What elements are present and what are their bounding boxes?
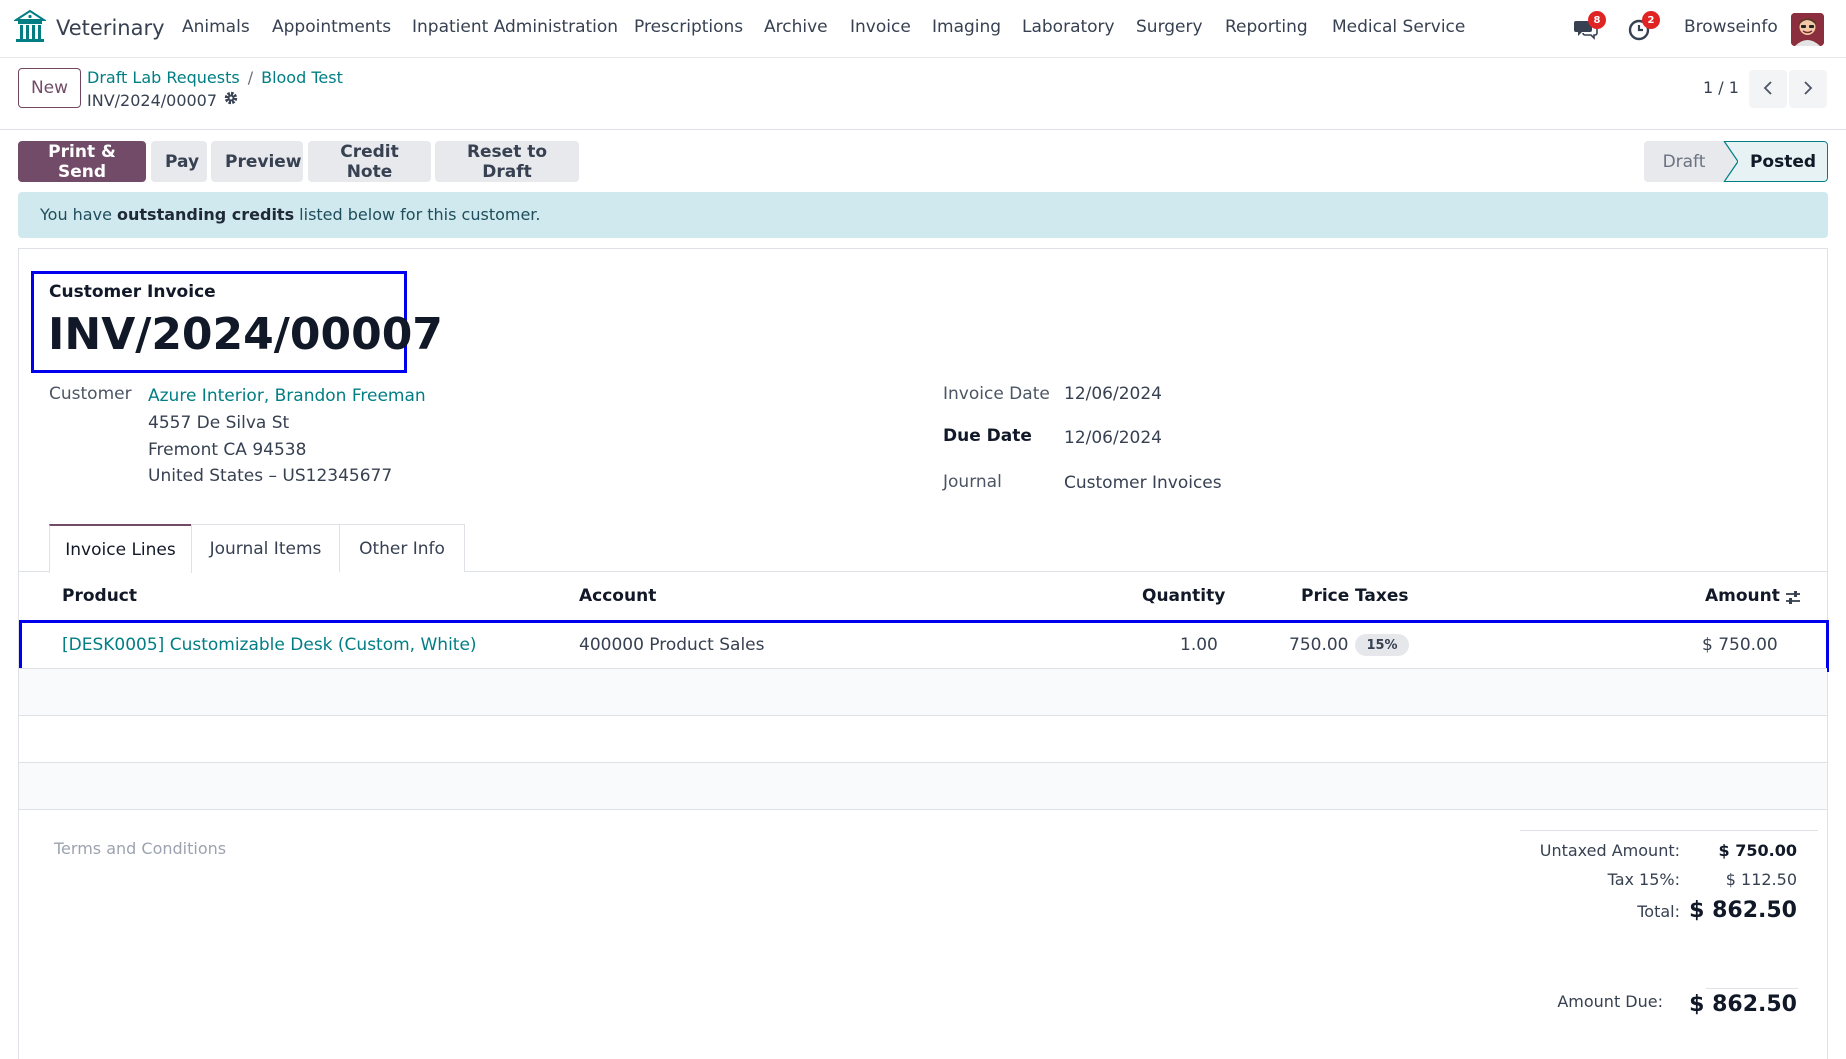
amount-due-label: Amount Due:	[1557, 992, 1663, 1011]
outstanding-credits-alert: You have outstanding credits listed belo…	[18, 192, 1828, 238]
customer-address-line-2: Fremont CA 94538	[148, 440, 307, 460]
menu-laboratory[interactable]: Laboratory	[1022, 17, 1115, 37]
menu-inpatient-administration[interactable]: Inpatient Administration	[412, 17, 618, 37]
veterinary-app-icon	[12, 9, 48, 47]
table-empty-row	[19, 668, 1827, 715]
terms-and-conditions-field[interactable]: Terms and Conditions	[54, 839, 226, 858]
pay-button[interactable]: Pay	[151, 141, 207, 182]
amount-due-value: $ 862.50	[1689, 992, 1797, 1017]
alert-bold-text: outstanding credits	[117, 205, 295, 224]
menu-imaging[interactable]: Imaging	[932, 17, 1001, 37]
status-posted-label: Posted	[1749, 151, 1817, 172]
row-amount: $ 750.00	[1702, 635, 1778, 655]
menu-appointments[interactable]: Appointments	[272, 17, 391, 37]
row-price[interactable]: 750.00	[1289, 635, 1348, 655]
column-header-price[interactable]: Price	[1301, 586, 1349, 606]
status-bar: Draft Posted	[1644, 141, 1828, 182]
breadcrumb-separator: /	[247, 68, 254, 87]
messages-count-badge: 8	[1588, 11, 1606, 29]
customer-address-line-1: 4557 De Silva St	[148, 413, 290, 433]
tax-value: $ 112.50	[1725, 870, 1797, 889]
reset-to-draft-button[interactable]: Reset to Draft	[435, 141, 579, 182]
chevron-left-icon	[1761, 80, 1775, 99]
column-header-product[interactable]: Product	[62, 586, 137, 606]
column-header-amount[interactable]: Amount	[1705, 586, 1780, 606]
customer-label: Customer	[49, 384, 132, 404]
invoice-date-label: Invoice Date	[943, 384, 1050, 404]
breadcrumb-blood-test[interactable]: Blood Test	[261, 68, 343, 87]
journal-label: Journal	[943, 472, 1002, 492]
menu-prescriptions[interactable]: Prescriptions	[634, 17, 743, 37]
invoice-type-label: Customer Invoice	[49, 282, 216, 302]
menu-archive[interactable]: Archive	[764, 17, 828, 37]
row-tax-badge[interactable]: 15%	[1355, 634, 1409, 656]
tab-invoice-lines[interactable]: Invoice Lines	[49, 524, 192, 573]
alert-prefix: You have	[40, 205, 118, 224]
customer-link[interactable]: Azure Interior, Brandon Freeman	[148, 386, 426, 406]
company-switcher[interactable]: Browseinfo	[1684, 17, 1778, 37]
pager-next-button[interactable]	[1789, 70, 1827, 108]
customer-address-line-3: United States – US12345677	[148, 466, 393, 486]
table-empty-row	[19, 762, 1827, 809]
column-header-quantity[interactable]: Quantity	[1142, 586, 1225, 606]
record-title: INV/2024/00007	[87, 90, 239, 110]
breadcrumb-draft-lab-requests[interactable]: Draft Lab Requests	[87, 68, 240, 87]
user-avatar[interactable]	[1791, 13, 1824, 46]
menu-invoice[interactable]: Invoice	[850, 17, 911, 37]
activities-count-badge: 2	[1642, 11, 1660, 29]
status-posted[interactable]: Posted	[1724, 141, 1828, 182]
total-value: $ 862.50	[1689, 898, 1797, 923]
table-empty-row	[19, 715, 1827, 762]
status-arrow-icon	[1708, 141, 1738, 182]
chevron-right-icon	[1801, 80, 1815, 99]
alert-suffix: listed below for this customer.	[294, 205, 541, 224]
tab-journal-items[interactable]: Journal Items	[191, 524, 340, 572]
gear-icon[interactable]	[223, 90, 239, 110]
journal-field[interactable]: Customer Invoices	[1064, 473, 1222, 493]
tab-other-info[interactable]: Other Info	[339, 524, 465, 572]
messages-button[interactable]: 8	[1573, 11, 1606, 42]
row-product[interactable]: [DESK0005] Customizable Desk (Custom, Wh…	[62, 635, 477, 655]
due-date-label: Due Date	[943, 426, 1032, 446]
record-name: INV/2024/00007	[87, 90, 218, 110]
menu-surgery[interactable]: Surgery	[1136, 17, 1203, 37]
chat-bubbles-icon	[1573, 21, 1599, 46]
optional-columns-toggle-icon[interactable]	[1784, 589, 1802, 611]
activities-button[interactable]: 2	[1627, 11, 1660, 42]
top-navbar: Veterinary Animals Appointments Inpatien…	[0, 0, 1846, 58]
amount-due-divider	[1706, 988, 1798, 989]
due-date-field[interactable]: 12/06/2024	[1064, 428, 1162, 448]
app-brand[interactable]: Veterinary	[12, 8, 165, 48]
print-send-button[interactable]: Print & Send	[18, 141, 146, 182]
preview-button[interactable]: Preview	[211, 141, 303, 182]
menu-animals[interactable]: Animals	[182, 17, 250, 37]
new-button[interactable]: New	[18, 68, 81, 108]
menu-medical-service[interactable]: Medical Service	[1332, 17, 1465, 37]
pager-value[interactable]: 1 / 1	[1703, 78, 1739, 97]
column-header-account[interactable]: Account	[579, 586, 656, 606]
totals-top-divider	[1520, 830, 1818, 831]
row-quantity[interactable]: 1.00	[1180, 635, 1218, 655]
pager-previous-button[interactable]	[1749, 70, 1787, 108]
untaxed-amount-value: $ 750.00	[1718, 841, 1797, 860]
control-panel: New Draft Lab Requests / Blood Test INV/20…	[0, 58, 1846, 130]
credit-note-button[interactable]: Credit Note	[308, 141, 431, 182]
app-name: Veterinary	[56, 16, 165, 40]
table-bottom-divider	[19, 809, 1827, 810]
row-account[interactable]: 400000 Product Sales	[579, 635, 765, 655]
menu-reporting[interactable]: Reporting	[1225, 17, 1308, 37]
clock-icon	[1627, 19, 1653, 46]
invoice-date-field[interactable]: 12/06/2024	[1064, 384, 1162, 404]
invoice-number: INV/2024/00007	[48, 309, 443, 360]
column-header-taxes[interactable]: Taxes	[1355, 586, 1409, 606]
breadcrumb: Draft Lab Requests / Blood Test	[87, 68, 343, 87]
